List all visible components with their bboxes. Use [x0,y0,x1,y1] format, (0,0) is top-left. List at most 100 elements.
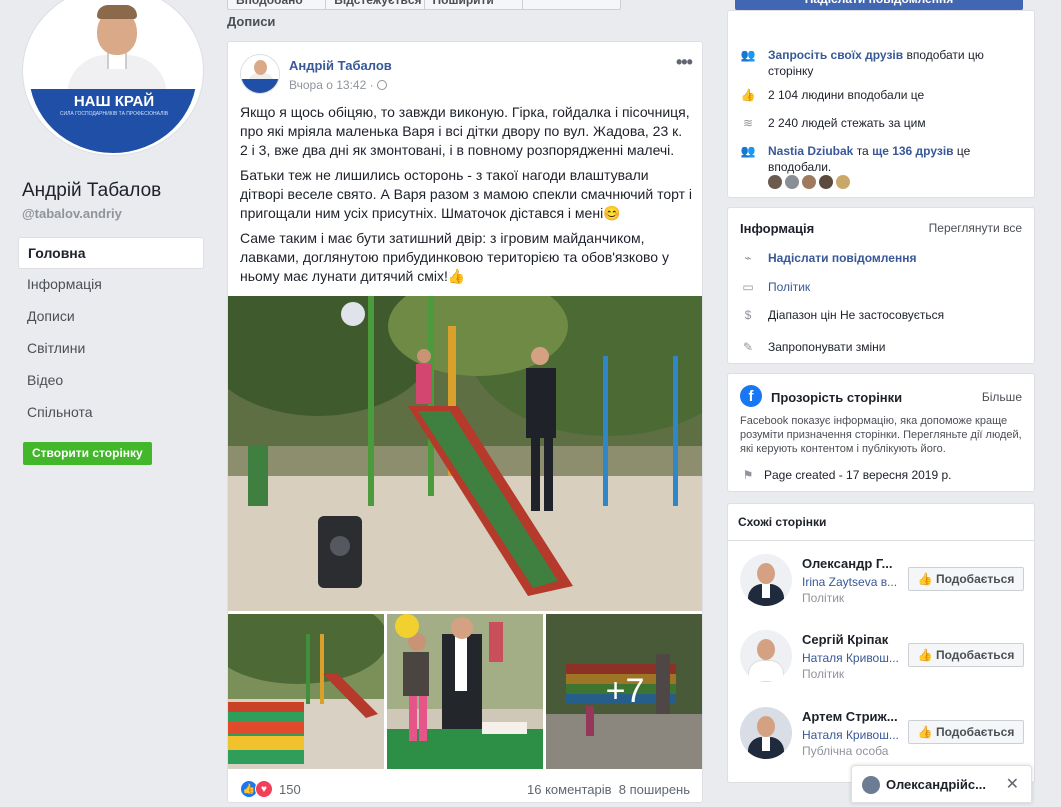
similar-page-friend[interactable]: Irina Zaytseva в... [802,575,902,589]
like-page-button[interactable]: 👍 Подобається [908,720,1024,744]
comments-count-link[interactable]: 16 коментарів [527,782,612,797]
likes-count: 2 104 людини вподобали це [768,88,925,102]
send-message-link[interactable]: Надіслати повідомлення [768,250,916,266]
post-avatar-band [241,79,279,93]
friend-avatar[interactable] [785,175,799,189]
transparency-description: Facebook показує інформацію, яка допомож… [740,415,1022,455]
left-column: НАШ КРАЙ СИЛА ГОСПОДАРНИКІВ ТА ПРОФЕСІОН… [0,0,215,807]
category-link[interactable]: Політик [768,279,810,295]
invite-friends-icon: 👥 [740,48,756,62]
friend-avatar[interactable] [819,175,833,189]
messenger-icon: ⌁ [744,251,752,265]
post-avatar-face [254,60,267,75]
page-created-row: ⚑ Page created - 17 вересня 2019 р. [740,467,952,483]
following-button[interactable]: Відстежується [326,0,425,9]
like-button-label: Подобається [935,648,1015,662]
info-price-row: $ Діапазон цін Не застосовується [740,307,945,323]
send-message-button[interactable]: Надіслати повідомлення [735,0,1023,10]
friends-icon: 👥 [740,144,756,158]
post-meta: Вчора о 13:42 · [289,78,387,92]
similar-page-avatar[interactable] [740,707,792,759]
rss-icon: ≋ [742,116,754,130]
friends-like-row: 👥 Nastia Dziubak та ще 136 друзів це впо… [740,143,1010,175]
page-handle[interactable]: @tabalov.andriy [22,206,122,221]
avatar-logo-text: НАШ КРАЙ [73,93,155,110]
shares-count-link[interactable]: 8 поширень [619,782,690,797]
page-avatar[interactable]: НАШ КРАЙ СИЛА ГОСПОДАРНИКІВ ТА ПРОФЕСІОН… [22,0,204,156]
friend-mid: та [853,144,873,158]
liked-button[interactable]: Вподобано [228,0,327,9]
friend-avatar[interactable] [836,175,850,189]
flag-icon: ⚑ [742,468,754,482]
pencil-icon: ✎ [742,340,754,354]
close-icon[interactable]: ✕ [1006,774,1019,794]
friend-avatar[interactable] [768,175,782,189]
post-timestamp[interactable]: Вчора о 13:42 · [289,78,374,92]
avatar-image: НАШ КРАЙ СИЛА ГОСПОДАРНИКІВ ТА ПРОФЕСІОН… [29,0,197,153]
create-page-button[interactable]: Створити сторінку [23,442,152,465]
similar-page-name[interactable]: Олександр Г... [802,556,910,571]
nav-item-posts[interactable]: Дописи [18,301,204,333]
thumbs-up-icon: 👍 [917,572,936,586]
info-category-row: ▭ Політик [740,279,810,295]
similar-page-avatar[interactable] [740,554,792,606]
post-card: Андрій Табалов Вчора о 13:42 · ••• Якщо … [227,41,703,803]
similar-avatar-face [757,716,775,737]
chat-name[interactable]: Олександрійс... [886,777,998,792]
facebook-icon: f [740,385,762,407]
transparency-card: f Прозорість сторінки Більше Facebook по… [727,373,1035,492]
post-photo-thumb[interactable] [387,614,543,769]
post-author-name[interactable]: Андрій Табалов [289,58,392,73]
divider [728,540,1034,541]
nav-item-info[interactable]: Інформація [18,269,204,301]
info-title: Інформація [740,221,815,236]
invite-text: Запросіть своїх друзів вподобати цю стор… [768,47,1024,79]
similar-page-name[interactable]: Артем Стриж... [802,709,910,724]
friend-avatar[interactable] [802,175,816,189]
thumbs-up-icon: 👍 [917,648,936,662]
nav-item-home[interactable]: Головна [18,237,204,269]
more-button[interactable] [523,0,620,9]
like-page-button[interactable]: 👍 Подобається [908,643,1024,667]
similar-page-name[interactable]: Сергій Кріпак [802,632,910,647]
more-options-icon[interactable]: ••• [676,52,693,73]
suggest-edits-link[interactable]: Запропонувати зміни [768,339,886,355]
similar-page-row: Артем Стриж... Наталя Кривош... Публічна… [740,707,1024,767]
price-range: Діапазон цін Не застосовується [768,308,945,322]
love-reaction-icon: ♥ [255,780,273,798]
post-main-photo[interactable] [228,296,702,611]
similar-page-row: Сергій Кріпак Наталя Кривош... Політик 👍… [740,630,1024,690]
chat-tab[interactable]: Олександрійс... ✕ [851,765,1032,803]
invite-friends-link[interactable]: Запросіть своїх друзів [768,48,903,62]
reactions-summary[interactable]: 👍 ♥ 150 [240,780,301,798]
post-photo-thumb-more[interactable]: +7 [546,614,702,769]
like-page-button[interactable]: 👍 Подобається [908,567,1024,591]
similar-page-friend[interactable]: Наталя Кривош... [802,651,902,665]
post-photo-thumb[interactable] [228,614,384,769]
more-friends-link[interactable]: ще 136 друзів [872,144,953,158]
follows-row: ≋ 2 240 людей стежать за цим [740,115,926,131]
thumbs-up-icon: 👍 [740,88,756,102]
friend-name-link[interactable]: Nastia Dziubak [768,144,853,158]
similar-avatar-face [757,639,775,660]
nav-item-community[interactable]: Спільнота [18,397,204,429]
more-photos-count: +7 [546,614,702,769]
dollar-icon: $ [744,308,752,322]
playground-photo-image [228,296,702,611]
nav-item-photos[interactable]: Світлини [18,333,204,365]
similar-page-category: Публічна особа [802,744,889,758]
post-author-avatar[interactable] [240,54,280,94]
similar-page-friend[interactable]: Наталя Кривош... [802,728,902,742]
nav-item-videos[interactable]: Відео [18,365,204,397]
posts-heading: Дописи [227,14,276,29]
info-see-all-link[interactable]: Переглянути все [929,221,1022,235]
follows-count: 2 240 людей стежать за цим [768,116,926,130]
friend-avatars [768,175,853,189]
similar-page-category: Політик [802,591,845,605]
transparency-more-link[interactable]: Більше [982,390,1022,404]
share-button[interactable]: Поширити [425,0,523,9]
page-name[interactable]: Андрій Табалов [22,180,161,202]
similar-page-avatar[interactable] [740,630,792,682]
similar-pages-title: Схожі сторінки [738,515,827,529]
globe-icon [376,80,387,90]
